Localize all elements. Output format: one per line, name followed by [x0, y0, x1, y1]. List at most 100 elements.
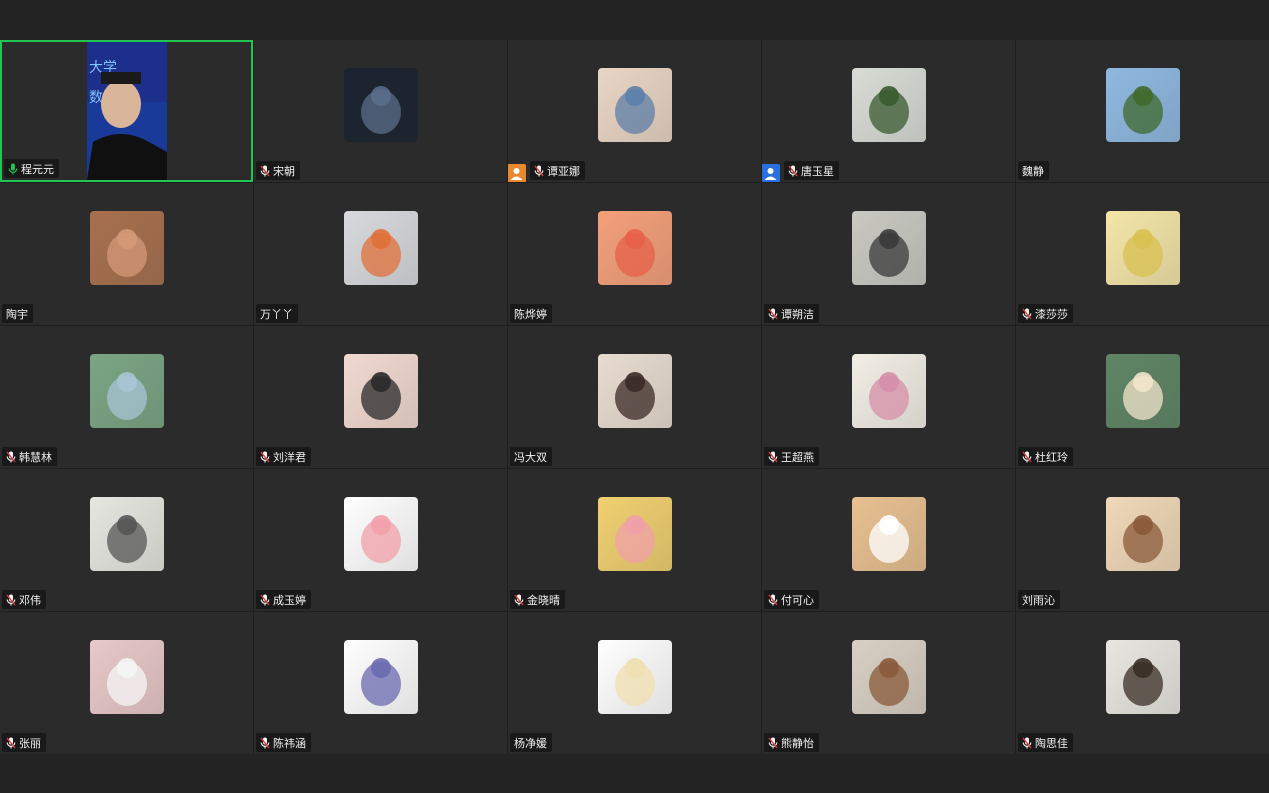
participant-name: 刘洋君	[273, 450, 306, 464]
participant-name-label: 韩慧林	[2, 447, 57, 466]
participant-tile[interactable]: 杜红玲	[1016, 326, 1269, 468]
participant-name: 陈祎涵	[273, 736, 306, 750]
participant-avatar	[851, 68, 926, 142]
participant-avatar	[1105, 354, 1180, 428]
participant-avatar	[89, 640, 164, 714]
participant-name: 熊静怡	[781, 736, 814, 750]
participant-tile[interactable]: 成玉婷	[254, 469, 507, 611]
participant-tile[interactable]: 宋朝	[254, 40, 507, 182]
participant-name: 张丽	[19, 736, 41, 750]
participant-tile[interactable]: 万丫丫	[254, 183, 507, 325]
participant-tile[interactable]: 陶思佳	[1016, 612, 1269, 754]
participant-avatar	[343, 640, 418, 714]
participant-name-label: 金晓晴	[510, 590, 565, 609]
participant-tile[interactable]: 大学数程元元	[0, 40, 253, 182]
participant-tile[interactable]: 金晓晴	[508, 469, 761, 611]
microphone-muted-icon	[260, 737, 270, 749]
participant-avatar	[1105, 211, 1180, 285]
participant-name: 韩慧林	[19, 450, 52, 464]
participant-tile[interactable]: 唐玉星	[762, 40, 1015, 182]
microphone-muted-icon	[6, 451, 16, 463]
participant-avatar	[343, 211, 418, 285]
participant-name-label: 陈烨婷	[510, 304, 552, 323]
participant-name: 杨净媛	[514, 736, 547, 750]
participant-name: 成玉婷	[273, 593, 306, 607]
participant-name-label: 张丽	[2, 733, 46, 752]
microphone-muted-icon	[260, 451, 270, 463]
participant-avatar	[597, 497, 672, 571]
participant-tile[interactable]: 邓伟	[0, 469, 253, 611]
participant-avatar	[89, 354, 164, 428]
microphone-muted-icon	[1022, 737, 1032, 749]
participant-name-label: 陈祎涵	[256, 733, 311, 752]
video-grid: 大学数程元元 宋朝 谭亚娜 唐玉星 魏静 陶宇 万丫丫 陈烨婷 谭朔洁 漆莎莎 韩慧林 刘洋君 冯大双王…	[0, 40, 1269, 754]
participant-tile[interactable]: 陶宇	[0, 183, 253, 325]
participant-avatar	[851, 354, 926, 428]
participant-name: 魏静	[1022, 164, 1044, 178]
participant-name-label: 邓伟	[2, 590, 46, 609]
participant-name: 杜红玲	[1035, 450, 1068, 464]
participant-tile[interactable]: 张丽	[0, 612, 253, 754]
participant-name: 程元元	[21, 162, 54, 176]
participant-name-label: 成玉婷	[256, 590, 311, 609]
participant-tile[interactable]: 刘雨沁	[1016, 469, 1269, 611]
participant-name: 谭亚娜	[547, 164, 580, 178]
microphone-muted-icon	[768, 451, 778, 463]
participant-name: 唐玉星	[801, 164, 834, 178]
microphone-muted-icon	[1022, 308, 1032, 320]
participant-name-label: 杜红玲	[1018, 447, 1073, 466]
participant-name-label: 漆莎莎	[1018, 304, 1073, 323]
participant-avatar	[597, 211, 672, 285]
microphone-muted-icon	[788, 165, 798, 177]
microphone-muted-icon	[768, 308, 778, 320]
participant-name-label: 冯大双	[510, 447, 552, 466]
microphone-muted-icon	[6, 737, 16, 749]
participant-name: 漆莎莎	[1035, 307, 1068, 321]
participant-name: 刘雨沁	[1022, 593, 1055, 607]
host-badge-icon	[508, 164, 526, 182]
participant-avatar	[89, 211, 164, 285]
participant-name-label: 陶思佳	[1018, 733, 1073, 752]
participant-name-label: 谭亚娜	[530, 161, 585, 180]
participant-tile[interactable]: 杨净媛	[508, 612, 761, 754]
participant-tile[interactable]: 陈烨婷	[508, 183, 761, 325]
participant-tile[interactable]: 冯大双	[508, 326, 761, 468]
svg-text:数: 数	[89, 90, 103, 106]
participant-avatar	[1105, 68, 1180, 142]
participant-tile[interactable]: 王超燕	[762, 326, 1015, 468]
participant-name-label: 陶宇	[2, 304, 33, 323]
microphone-muted-icon	[768, 737, 778, 749]
participant-name: 陈烨婷	[514, 307, 547, 321]
microphone-muted-icon	[534, 165, 544, 177]
participant-avatar	[343, 497, 418, 571]
participant-name-label: 付可心	[764, 590, 819, 609]
participant-avatar	[597, 354, 672, 428]
participant-name-label: 魏静	[1018, 161, 1049, 180]
participant-tile[interactable]: 熊静怡	[762, 612, 1015, 754]
participant-tile[interactable]: 谭亚娜	[508, 40, 761, 182]
participant-name: 邓伟	[19, 593, 41, 607]
participant-avatar	[851, 211, 926, 285]
participant-tile[interactable]: 谭朔洁	[762, 183, 1015, 325]
participant-tile[interactable]: 付可心	[762, 469, 1015, 611]
participant-name: 王超燕	[781, 450, 814, 464]
participant-tile[interactable]: 韩慧林	[0, 326, 253, 468]
participant-avatar	[597, 68, 672, 142]
microphone-muted-icon	[260, 165, 270, 177]
cohost-badge-icon	[762, 164, 780, 182]
microphone-icon	[8, 163, 18, 175]
participant-avatar	[597, 640, 672, 714]
participant-tile[interactable]: 陈祎涵	[254, 612, 507, 754]
participant-tile[interactable]: 刘洋君	[254, 326, 507, 468]
participant-name-label: 刘雨沁	[1018, 590, 1060, 609]
participant-avatar	[89, 497, 164, 571]
participant-name: 万丫丫	[260, 307, 293, 321]
participant-avatar	[1105, 497, 1180, 571]
participant-tile[interactable]: 漆莎莎	[1016, 183, 1269, 325]
participant-name-label: 熊静怡	[764, 733, 819, 752]
participant-tile[interactable]: 魏静	[1016, 40, 1269, 182]
participant-avatar	[1105, 640, 1180, 714]
microphone-muted-icon	[514, 594, 524, 606]
participant-name: 宋朝	[273, 164, 295, 178]
microphone-muted-icon	[768, 594, 778, 606]
